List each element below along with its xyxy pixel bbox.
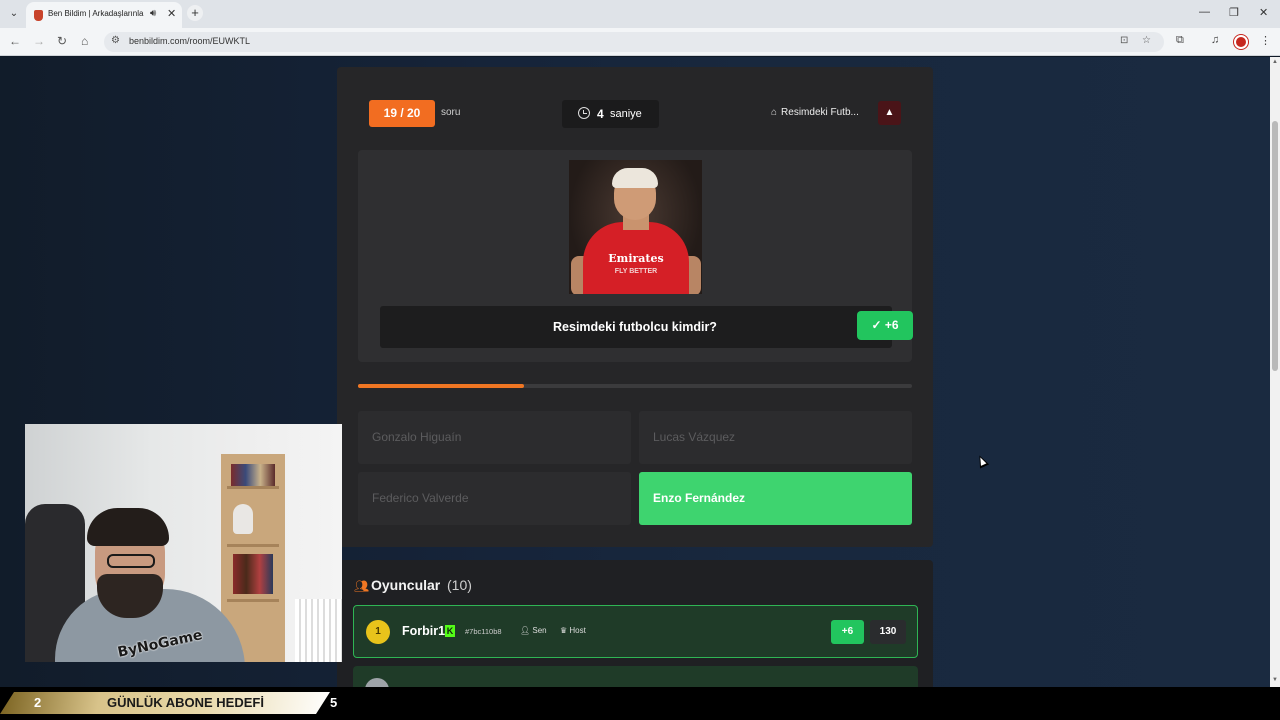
page-scrollbar[interactable]: ▲ ▼ [1270, 57, 1280, 687]
answer-option-4[interactable]: Enzo Fernández [639, 472, 912, 525]
webcam-books [233, 554, 273, 594]
image-hair [612, 168, 658, 188]
site-info-icon[interactable]: ⚙ [111, 35, 120, 46]
check-icon: ✓ [871, 318, 882, 332]
answer-option-2[interactable]: Lucas Vázquez [639, 411, 912, 464]
ticker-current: 2 [34, 695, 42, 710]
answer-option-label: Enzo Fernández [653, 491, 746, 505]
restore-icon[interactable]: ❐ [1229, 6, 1239, 19]
user-icon: 👤︎ [520, 626, 531, 635]
image-slogan-text: FLY BETTER [614, 268, 658, 275]
shelf-board [227, 599, 279, 602]
points-value: +6 [884, 318, 899, 332]
reload-icon[interactable]: ↻ [57, 34, 67, 48]
tag-icon: ⌂ [771, 107, 778, 118]
clock-icon [578, 107, 590, 119]
player-score: 130 [870, 620, 906, 644]
timer-value: 4 [597, 107, 604, 121]
bookmark-star-icon[interactable]: ☆ [1142, 35, 1151, 46]
report-button[interactable]: ▲ [878, 101, 901, 125]
shelf-board [227, 544, 279, 547]
media-control-icon[interactable]: ♫ [1211, 34, 1219, 46]
player-rank [365, 678, 389, 687]
time-progress-fill [358, 384, 525, 388]
timer-label: saniye [610, 108, 642, 120]
crown-icon: ♛ [560, 626, 568, 635]
subscriber-goal-ticker: 2 GÜNLÜK ABONE HEDEFİ 5 [0, 687, 1280, 720]
you-badge: 👤︎ Sen [520, 626, 547, 635]
timer: 4 saniye [562, 100, 659, 128]
scroll-down-icon[interactable]: ▼ [1272, 677, 1278, 683]
question-image: Emirates FLY BETTER [569, 160, 702, 294]
time-progress-bar [358, 384, 912, 388]
users-icon: 👥︎ [354, 579, 370, 593]
minimize-icon[interactable]: — [1199, 6, 1210, 18]
scroll-up-icon[interactable]: ▲ [1272, 59, 1278, 65]
browser-tabbar: ⌄ Ben Bildim | Arkadaşlarınla 🔊︎ ✕ + — ❐… [0, 0, 1280, 28]
player-rank: 1 [366, 620, 390, 644]
player-row[interactable]: 1 Forbir1 K #7bc110b8 👤︎ Sen ♛ Host +6 1… [353, 605, 918, 658]
home-icon[interactable]: ⌂ [81, 34, 88, 48]
player-name: Forbir1 [402, 624, 446, 638]
answer-option-label: Federico Valverde [372, 491, 469, 505]
answer-option-label: Lucas Vázquez [653, 430, 736, 444]
new-tab-icon[interactable]: + [187, 5, 203, 21]
forward-icon[interactable]: → [33, 34, 45, 48]
kick-logo-icon: K [445, 625, 455, 637]
tab-list-icon[interactable]: ⌄ [6, 6, 22, 22]
category-text: Resimdeki Futb... [781, 107, 859, 118]
address-bar[interactable]: ⚙ benbildim.com/room/EUWKTL ⊡ ☆ [104, 32, 1164, 52]
ticker-goal: 5 [330, 695, 338, 710]
question-text: Resimdeki futbolcu kimdir? [553, 320, 717, 334]
browser-tab[interactable]: Ben Bildim | Arkadaşlarınla 🔊︎ ✕ [26, 2, 182, 28]
host-badge: ♛ Host [560, 626, 586, 635]
install-app-icon[interactable]: ⊡ [1120, 35, 1128, 46]
webcam-books [231, 464, 275, 486]
player-gain: +6 [831, 620, 864, 644]
tab-title: Ben Bildim | Arkadaşlarınla [48, 9, 144, 18]
you-label: Sen [532, 626, 547, 635]
question-counter-label: soru [441, 107, 461, 118]
audio-icon[interactable]: 🔊︎ [150, 8, 156, 19]
question-box: Emirates FLY BETTER Resimdeki futbolcu k… [358, 150, 913, 362]
webcam-overlay: ByNoGame [25, 424, 342, 662]
ticker-label: GÜNLÜK ABONE HEDEFİ [107, 695, 264, 710]
shelf-board [227, 486, 279, 489]
close-tab-icon[interactable]: ✕ [167, 7, 176, 20]
answer-option-1[interactable]: Gonzalo Higuaín [358, 411, 631, 464]
back-icon[interactable]: ← [9, 34, 21, 48]
players-count: (10) [447, 577, 472, 593]
profile-icon[interactable] [1234, 35, 1248, 49]
extensions-icon[interactable]: ⧉ [1176, 34, 1184, 47]
warning-icon: ▲ [884, 107, 895, 118]
answer-option-label: Gonzalo Higuaín [372, 430, 462, 444]
points-badge: ✓ +6 [857, 311, 913, 340]
site-favicon-icon [34, 10, 43, 21]
host-label: Host [569, 626, 586, 635]
browser-toolbar: ← → ↻ ⌂ ⚙ benbildim.com/room/EUWKTL ⊡ ☆ … [0, 28, 1280, 56]
webcam-radiator [295, 599, 342, 662]
menu-icon[interactable]: ⋮ [1260, 34, 1271, 47]
player-row-partial[interactable] [353, 666, 918, 687]
question-text-box: Resimdeki futbolcu kimdir? ✓ +6 [380, 306, 913, 348]
answer-option-3[interactable]: Federico Valverde [358, 472, 631, 525]
image-sponsor-text: Emirates [608, 252, 664, 265]
webcam-person-glasses [107, 554, 155, 568]
category-label: ⌂ Resimdeki Futb... [771, 107, 859, 118]
players-title: Oyuncular [371, 577, 441, 593]
close-window-icon[interactable]: ✕ [1259, 6, 1268, 19]
question-counter: 19 / 20 [369, 100, 435, 127]
players-panel: 👥︎ Oyuncular (10) 1 Forbir1 K #7bc110b8 … [337, 560, 933, 687]
player-id: #7bc110b8 [465, 627, 502, 636]
url-text[interactable]: benbildim.com/room/EUWKTL [129, 36, 250, 46]
scrollbar-thumb[interactable] [1272, 121, 1278, 371]
webcam-statue [233, 504, 253, 534]
webcam-person-hair [87, 508, 169, 546]
quiz-card: 19 / 20 soru 4 saniye ⌂ Resimdeki Futb...… [337, 67, 933, 547]
